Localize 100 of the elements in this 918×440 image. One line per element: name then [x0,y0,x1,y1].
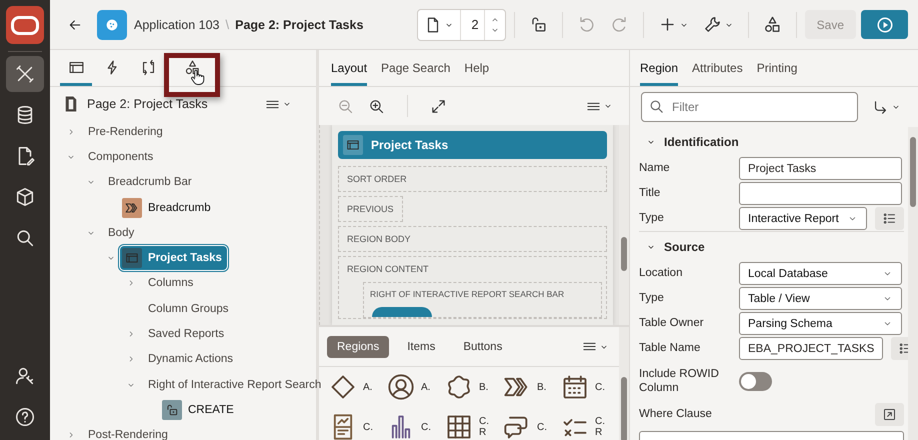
select-value: Parsing Schema [748,318,832,330]
tab[interactable]: Buttons [453,336,512,358]
shapes-icon [762,15,782,34]
tab[interactable]: Regions [327,336,390,358]
select-field[interactable]: Parsing Schema [739,312,902,335]
tab[interactable]: Help [464,50,490,86]
property-label: Name [639,161,671,176]
tree-title: Page 2: Project Tasks [87,97,208,111]
logo-icon[interactable] [6,6,44,44]
application-link[interactable]: Application 103 [134,18,220,32]
select-field[interactable]: Table / View [739,287,902,310]
scrollbar[interactable] [908,127,918,440]
button-preview [372,307,432,317]
tab[interactable]: Region [640,50,678,86]
tab[interactable]: Page Search [381,50,450,86]
cube-icon [14,186,36,208]
toggle-switch[interactable] [739,372,772,390]
scrollbar[interactable] [619,125,629,325]
breadcrumb-separator: \ [225,17,230,32]
section-title[interactable]: Identification [664,134,739,148]
highlight-frame [164,53,220,97]
tree-node-label: Breadcrumb [148,202,211,214]
text-field[interactable] [739,182,902,205]
region-card[interactable]: Project Tasks SORT ORDER PREVIOUS REGION BODY REGION CONTENT RIGHT OF INTERACTIVE REPORT SEARCH BAR [332,125,613,325]
region-title: Project Tasks [371,138,448,152]
tree-item[interactable]: Column Groups [148,302,229,315]
toolbar-button[interactable] [762,15,782,34]
tree-item[interactable]: Columns [148,277,194,290]
tree-item[interactable]: Body [108,226,134,239]
app-icon[interactable] [97,10,127,40]
component-label: B. [537,382,548,392]
tree-item[interactable]: Saved Reports [148,328,224,340]
select-value: Interactive Report [748,212,839,224]
select-field[interactable]: Local Database [739,262,902,285]
drop-zone-label: RIGHT OF INTERACTIVE REPORT SEARCH BAR [370,289,566,299]
expand-button[interactable] [430,98,447,114]
zoom-out-icon [337,98,354,114]
tree-node-label: Project Tasks [148,252,222,264]
zoom-in-icon [368,98,385,114]
select-field[interactable]: Interactive Report [739,207,867,230]
tab[interactable]: Attributes [692,50,743,86]
toolbar-button[interactable] [702,15,734,34]
avatar-icon[interactable] [387,373,415,401]
property-label: Location [639,266,684,281]
page-title: Page 2: Project Tasks [235,18,364,32]
go-to-button[interactable] [872,98,901,116]
wrench-icon [702,15,722,34]
calendar-icon[interactable] [561,373,589,401]
component-label: C. R [479,416,490,438]
breadcrumb-icon [122,198,142,218]
tree-item[interactable]: Pre-Rendering [88,126,163,138]
filter-field[interactable]: Filter [641,92,858,122]
report-icon [122,248,142,268]
property-label: Table Name [639,341,702,356]
layout-icon [68,59,84,76]
tree-node[interactable]: Project Tasks [120,246,227,270]
select-value: Local Database [748,268,828,280]
component-label: B. [479,382,490,392]
expand-editor-button[interactable] [875,402,904,426]
select-value: Table / View [748,292,810,304]
drop-zone: PREVIOUS [338,196,403,222]
diamond-icon[interactable] [329,373,357,401]
property-label: Include ROWID Column [639,366,719,396]
list-icon [882,211,897,226]
component-label: C. [421,422,432,432]
region-header[interactable]: Project Tasks [338,131,607,159]
component-label: C. [595,382,606,392]
component-label: C. [537,422,548,432]
tree-node[interactable]: Breadcrumb [120,196,216,220]
tree-node-label: CREATE [188,404,234,416]
tab[interactable]: Printing [756,50,798,86]
tree-node[interactable]: CREATE [160,398,239,422]
text-field[interactable]: EBA_PROJECT_TASKS [739,337,884,360]
tree-item[interactable]: Components [88,150,154,163]
tab[interactable]: Items [397,336,446,358]
text-field[interactable]: Project Tasks [739,157,902,180]
drop-zone-label: REGION CONTENT [347,264,430,274]
shapes-icon [184,59,200,76]
component-label: C. R [595,416,606,438]
property-label: Type [639,211,665,226]
hand-cursor-icon [188,68,206,86]
component-label: A. [363,382,374,392]
report-icon [343,135,363,155]
zoom-in-button[interactable] [368,98,385,114]
component-label: C. [363,422,374,432]
list-picker-button[interactable] [875,207,904,230]
tree-item[interactable]: Dynamic Actions [148,353,234,366]
table-icon[interactable] [445,413,473,440]
section-title[interactable]: Source [664,240,705,254]
tree-item[interactable]: Right of Interactive Report Search [148,378,322,391]
run-button[interactable] [861,10,908,39]
property-label: Where Clause [639,406,713,422]
property-label: Table Owner [639,316,705,331]
tab[interactable]: Layout [331,50,368,86]
component-label: A. [421,382,432,392]
scrollbar[interactable] [619,327,629,440]
tree-item[interactable]: Breadcrumb Bar [108,176,192,188]
help-icon [14,406,36,428]
badge-icon[interactable] [445,373,473,401]
nav-button[interactable] [6,56,44,92]
